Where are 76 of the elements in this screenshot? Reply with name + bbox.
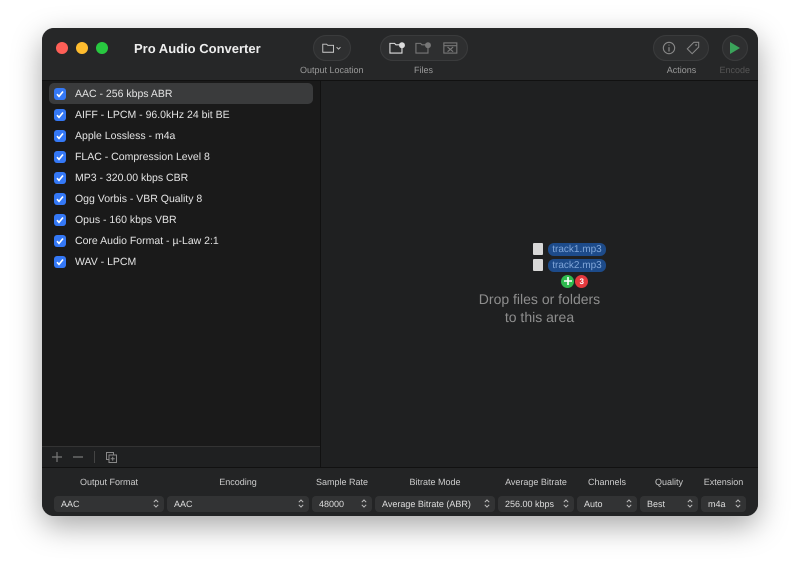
preset-row[interactable]: Ogg Vorbis - VBR Quality 8 [49, 188, 313, 209]
popup-button[interactable]: 48000 [312, 496, 372, 512]
preset-label: AIFF - LPCM - 96.0kHz 24 bit BE [75, 108, 230, 120]
popup-button[interactable]: Average Bitrate (ABR) [375, 496, 495, 512]
add-badge-icon [561, 274, 574, 288]
zoom-button[interactable] [96, 42, 108, 54]
chevron-updown-icon [484, 499, 490, 508]
checkbox[interactable] [54, 234, 66, 246]
popup-button[interactable]: AAC [167, 496, 309, 512]
preset-row[interactable]: Opus - 160 kbps VBR [49, 209, 313, 230]
preset-row[interactable]: MP3 - 320.00 kbps CBR [49, 167, 313, 188]
chevron-updown-icon [626, 499, 632, 508]
window-title: Pro Audio Converter [134, 41, 262, 56]
folder-icon [322, 41, 342, 55]
popup-button[interactable]: AAC [54, 496, 164, 512]
output-location-button[interactable] [312, 35, 351, 61]
checkbox[interactable] [54, 214, 66, 226]
minimize-button[interactable] [76, 42, 88, 54]
chevron-updown-icon [687, 499, 693, 508]
preset-label: AAC - 256 kbps ABR [75, 88, 172, 100]
checkbox[interactable] [54, 256, 66, 268]
chevron-updown-icon [361, 499, 367, 508]
checkbox[interactable] [54, 130, 66, 142]
toolbar-label: Files [414, 65, 434, 75]
preset-label: WAV - LPCM [75, 256, 136, 268]
popup-button[interactable]: m4a [701, 496, 746, 512]
preset-row[interactable]: FLAC - Compression Level 8 [49, 146, 313, 167]
preset-row[interactable]: WAV - LPCM [49, 251, 313, 272]
clear-box-icon[interactable] [442, 41, 459, 55]
file-count-badge: 3 [575, 274, 588, 288]
checkbox[interactable] [54, 192, 66, 204]
setting-label: Quality [654, 477, 684, 489]
checkbox[interactable] [54, 108, 66, 120]
preset-label: MP3 - 320.00 kbps CBR [75, 172, 188, 184]
add-icon[interactable] [52, 452, 62, 462]
chevron-updown-icon [735, 499, 741, 508]
close-button[interactable] [56, 42, 68, 54]
file-icon [533, 243, 544, 255]
setting-label: Output Format [78, 477, 140, 489]
preset-label: Opus - 160 kbps VBR [75, 214, 177, 226]
duplicate-icon[interactable] [106, 452, 117, 462]
drop-hint: to this area [504, 308, 574, 326]
checkbox[interactable] [54, 172, 66, 184]
preset-label: Apple Lossless - m4a [75, 130, 176, 142]
add-folder-icon[interactable] [388, 41, 406, 55]
popup-button[interactable]: Auto [577, 496, 637, 512]
popup-button[interactable]: 256.00 kbps [498, 496, 574, 512]
dragged-file-name: track1.mp3 [548, 242, 606, 256]
toolbar-label: Output Location [300, 65, 364, 75]
checkbox[interactable] [54, 150, 66, 162]
remove-folder-icon[interactable] [415, 41, 432, 55]
popup-button[interactable]: Best [640, 496, 698, 512]
dragged-file-name: track2.mp3 [548, 258, 606, 272]
preset-row[interactable]: Core Audio Format - µ-Law 2:1 [49, 230, 313, 251]
play-icon [728, 41, 741, 55]
chevron-updown-icon [563, 499, 569, 508]
info-icon[interactable] [662, 40, 676, 56]
preset-row[interactable]: Apple Lossless - m4a [49, 125, 313, 146]
preset-label: FLAC - Compression Level 8 [75, 150, 210, 162]
chevron-updown-icon [153, 499, 159, 508]
file-icon [533, 259, 544, 271]
chevron-updown-icon [298, 499, 304, 508]
setting-label: Extension [702, 477, 744, 489]
preset-row[interactable]: AAC - 256 kbps ABR [49, 83, 313, 104]
checkbox[interactable] [54, 88, 66, 100]
setting-label: Average Bitrate [504, 477, 568, 489]
preset-label: Core Audio Format - µ-Law 2:1 [75, 234, 219, 246]
toolbar-label: Actions [666, 65, 696, 75]
setting-label: Bitrate Mode [408, 477, 462, 489]
preset-label: Ogg Vorbis - VBR Quality 8 [75, 192, 202, 204]
drop-hint: Drop files or folders [478, 290, 600, 308]
setting-label: Encoding [218, 477, 258, 489]
setting-label: Channels [586, 477, 628, 489]
tag-icon[interactable] [686, 40, 700, 56]
setting-label: Sample Rate [314, 477, 370, 489]
preset-row[interactable]: AIFF - LPCM - 96.0kHz 24 bit BE [49, 104, 313, 125]
